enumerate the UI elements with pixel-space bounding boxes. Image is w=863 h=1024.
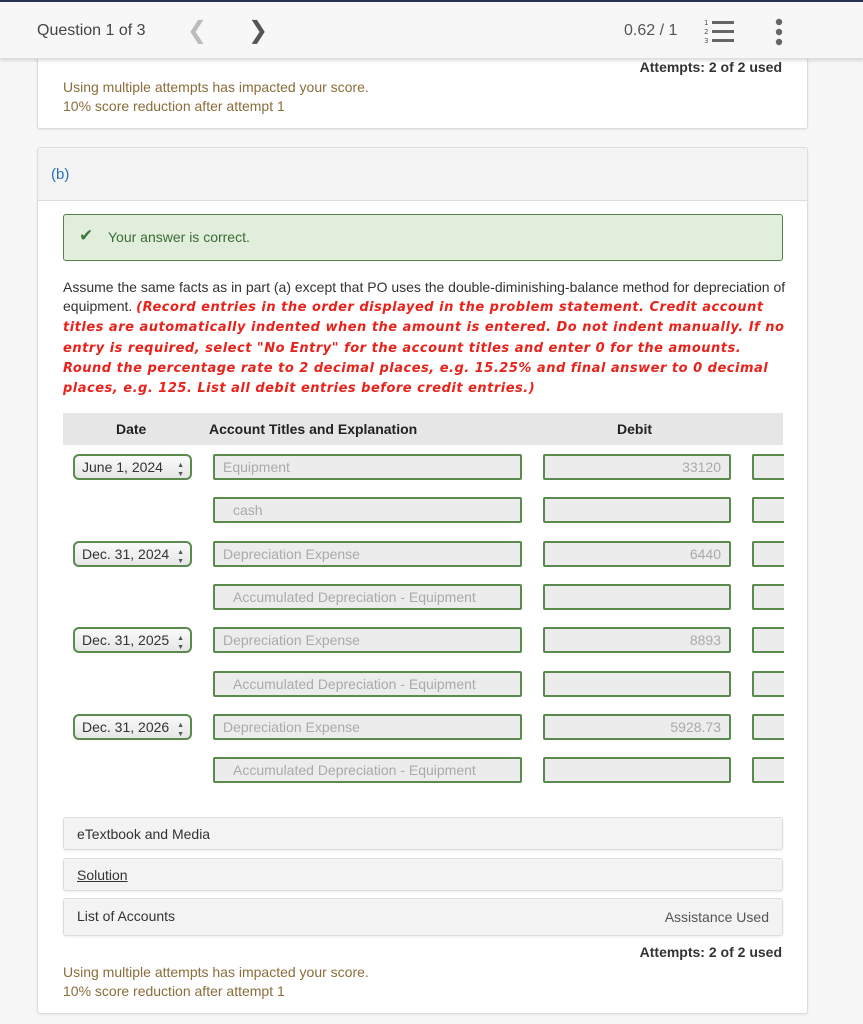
score-impact-notice: Using multiple attempts has impacted you… [63, 963, 369, 1001]
credit-input[interactable] [752, 714, 784, 740]
header-account: Account Titles and Explanation [209, 421, 418, 437]
more-vertical-icon[interactable] [772, 18, 786, 46]
date-select[interactable]: Dec. 31, 2025 ▲ ▼ [73, 627, 192, 653]
account-title-input[interactable]: cash [213, 497, 522, 523]
credit-input[interactable] [752, 497, 784, 523]
instructions-emphasis: (Record entries in the order displayed i… [63, 300, 785, 397]
svg-text:2: 2 [704, 28, 708, 36]
debit-input[interactable] [543, 757, 731, 783]
score-reduction-line: 10% score reduction after attempt 1 [63, 983, 285, 999]
account-title-input[interactable]: Depreciation Expense [213, 627, 522, 653]
list-of-accounts-label: List of Accounts [77, 908, 176, 924]
date-select[interactable]: Dec. 31, 2026 ▲ ▼ [73, 714, 192, 740]
svg-text:1: 1 [704, 19, 708, 27]
credit-input[interactable] [752, 757, 784, 783]
date-value: Dec. 31, 2024 [82, 546, 170, 562]
date-select[interactable]: Dec. 31, 2024 ▲ ▼ [73, 541, 192, 567]
debit-input[interactable]: 8893 [543, 627, 731, 653]
score-display: 0.62 / 1 [624, 22, 678, 39]
date-value: Dec. 31, 2025 [82, 632, 170, 648]
question-label: Question 1 of 3 [37, 22, 146, 39]
etextbook-label: eTextbook and Media [77, 826, 211, 842]
etextbook-media-button[interactable]: eTextbook and Media [63, 817, 783, 850]
score-impact-line: Using multiple attempts has impacted you… [63, 964, 369, 980]
credit-input[interactable] [752, 671, 784, 697]
score-impact-notice: Using multiple attempts has impacted you… [63, 78, 369, 116]
account-title-input[interactable]: Equipment [213, 454, 522, 480]
credit-input[interactable] [752, 584, 784, 610]
part-label: (b) [51, 166, 70, 183]
debit-input[interactable]: 6440 [543, 541, 731, 567]
correct-feedback: ✔ Your answer is correct. [63, 214, 783, 261]
debit-input[interactable] [543, 584, 731, 610]
journal-table-header: Date Account Titles and Explanation Debi… [63, 413, 783, 445]
score-impact-line: Using multiple attempts has impacted you… [63, 79, 369, 95]
feedback-text: Your answer is correct. [108, 229, 250, 245]
debit-input[interactable]: 33120 [543, 454, 731, 480]
credit-input[interactable] [752, 454, 784, 480]
account-title-input[interactable]: Depreciation Expense [213, 714, 522, 740]
list-of-accounts-button[interactable]: List of Accounts Assistance Used [63, 898, 783, 936]
debit-input[interactable]: 5928.73 [543, 714, 731, 740]
solution-link[interactable]: Solution [77, 867, 128, 883]
numbered-list-icon[interactable]: 1 2 3 [703, 18, 737, 44]
header-date: Date [116, 421, 147, 437]
part-b-header: (b) [38, 148, 807, 201]
select-arrows-icon: ▲ ▼ [177, 549, 184, 565]
select-arrows-icon: ▲ ▼ [177, 462, 184, 478]
question-instructions: Assume the same facts as in part (a) exc… [63, 278, 788, 398]
account-title-input[interactable]: Accumulated Depreciation - Equipment [213, 757, 522, 783]
account-title-input[interactable]: Accumulated Depreciation - Equipment [213, 584, 522, 610]
date-select[interactable]: June 1, 2024 ▲ ▼ [73, 454, 192, 480]
attempts-label: Attempts: 2 of 2 used [639, 944, 782, 960]
attempts-label: Attempts: 2 of 2 used [639, 59, 782, 75]
credit-input[interactable] [752, 541, 784, 567]
account-title-input[interactable]: Accumulated Depreciation - Equipment [213, 671, 522, 697]
part-b-card: (b) ✔ Your answer is correct. Assume the… [37, 147, 808, 1014]
header-debit: Debit [617, 421, 652, 437]
date-value: Dec. 31, 2026 [82, 719, 170, 735]
date-value: June 1, 2024 [82, 459, 163, 475]
assistance-used-label: Assistance Used [664, 909, 769, 925]
chevron-right-icon[interactable]: ❯ [248, 16, 268, 45]
svg-text:3: 3 [704, 37, 708, 44]
select-arrows-icon: ▲ ▼ [177, 722, 184, 738]
select-arrows-icon: ▲ ▼ [177, 635, 184, 651]
credit-input[interactable] [752, 627, 784, 653]
score-reduction-line: 10% score reduction after attempt 1 [63, 98, 285, 114]
checkmark-icon: ✔ [79, 226, 94, 245]
account-title-input[interactable]: Depreciation Expense [213, 541, 522, 567]
question-header: Question 1 of 3 ❮ ❯ 0.62 / 1 1 2 3 [0, 2, 863, 59]
debit-input[interactable] [543, 671, 731, 697]
debit-input[interactable] [543, 497, 731, 523]
solution-button[interactable]: Solution [63, 858, 783, 891]
chevron-left-icon[interactable]: ❮ [187, 16, 207, 45]
